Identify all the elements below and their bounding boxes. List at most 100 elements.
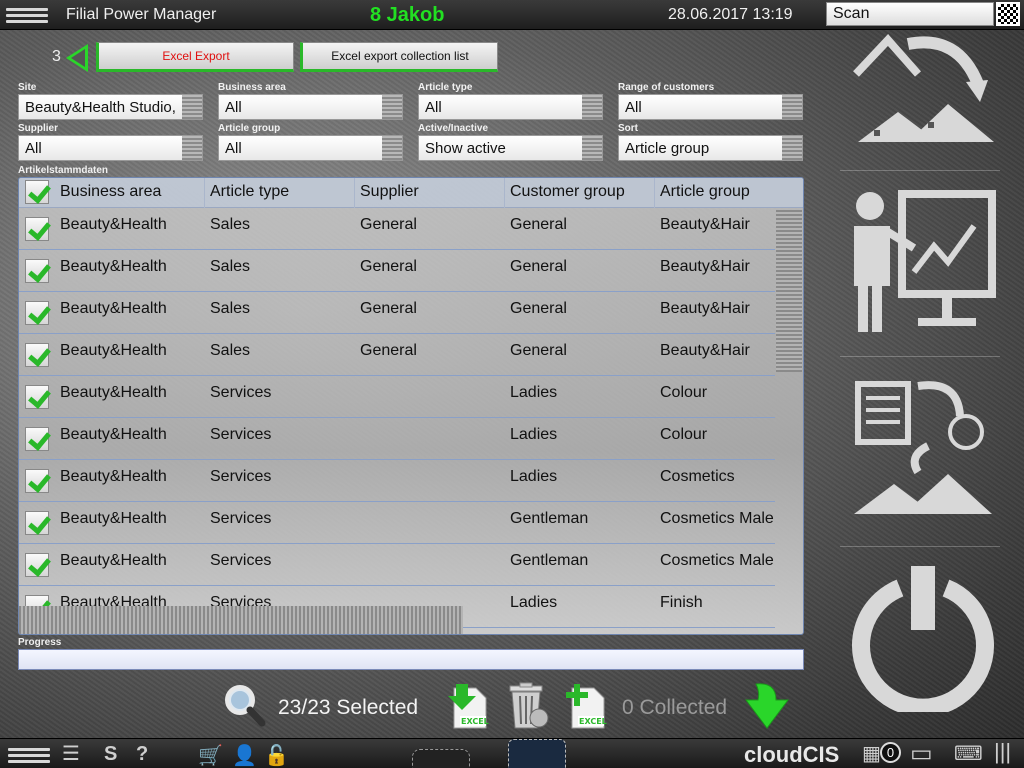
- cell-business-area: Beauty&Health: [60, 384, 167, 401]
- row-checkbox[interactable]: [25, 427, 49, 451]
- table-row[interactable]: Beauty&Health Sales General General Beauty&H…: [19, 250, 775, 292]
- screen-preview-icon[interactable]: [508, 739, 566, 768]
- site-select[interactable]: Beauty&Health Studio,: [18, 94, 203, 120]
- business-area-select[interactable]: All: [218, 94, 403, 120]
- search-icon[interactable]: [220, 682, 266, 728]
- row-checkbox[interactable]: [25, 553, 49, 577]
- table-row[interactable]: Beauty&Health Services Gentleman Cosmetics …: [19, 544, 775, 586]
- table-row[interactable]: Beauty&Health Sales General General Beauty&H…: [19, 208, 775, 250]
- cell-article-group: Cosmetics Male: [660, 552, 774, 569]
- row-checkbox[interactable]: [25, 469, 49, 493]
- cell-customer-group: General: [510, 342, 567, 359]
- sort-select[interactable]: Article group: [618, 135, 803, 161]
- excel-collection-button[interactable]: Excel export collection list: [300, 42, 498, 72]
- table-row[interactable]: Beauty&Health Services Ladies Colour: [19, 418, 775, 460]
- cell-business-area: Beauty&Health: [60, 468, 167, 485]
- row-checkbox[interactable]: [25, 511, 49, 535]
- cell-article-type: Services: [210, 552, 272, 569]
- cell-article-type: Sales: [210, 258, 251, 275]
- scan-input[interactable]: Scan: [826, 2, 994, 26]
- s-icon[interactable]: S: [104, 743, 117, 766]
- cell-article-group: Colour: [660, 426, 708, 443]
- cell-customer-group: Gentleman: [510, 510, 589, 527]
- article-type-select[interactable]: All: [418, 94, 603, 120]
- progress-bar: [18, 649, 804, 670]
- cell-supplier: General: [360, 258, 417, 275]
- help-icon[interactable]: ?: [136, 743, 148, 766]
- article-type-label: Article type: [418, 82, 473, 93]
- unlock-icon[interactable]: 🔓: [264, 743, 289, 768]
- top-bar: Filial Power Manager 8 Jakob 28.06.2017 …: [0, 0, 1024, 30]
- trash-icon[interactable]: [504, 682, 550, 730]
- cell-article-group: Beauty&Hair: [660, 258, 750, 275]
- site-label: Site: [18, 82, 37, 93]
- window-icon[interactable]: ▭: [910, 739, 933, 768]
- row-checkbox[interactable]: [25, 301, 49, 325]
- excel-add-icon[interactable]: EXCEL: [564, 682, 608, 730]
- bottom-menu-icon[interactable]: [8, 745, 50, 765]
- qr-code-icon[interactable]: [996, 2, 1020, 26]
- cell-article-group: Cosmetics Male: [660, 510, 774, 527]
- notification-badge: 0: [880, 742, 901, 763]
- back-arrow-icon[interactable]: [66, 44, 88, 72]
- cell-customer-group: Ladies: [510, 468, 558, 485]
- excel-download-icon[interactable]: EXCEL: [446, 682, 490, 730]
- cart-icon[interactable]: 🛒: [198, 743, 223, 768]
- calendar-icon[interactable]: ▦: [862, 741, 881, 766]
- cell-article-group: Colour: [660, 384, 708, 401]
- vertical-scrollbar[interactable]: [776, 210, 802, 372]
- house-transfer-icon[interactable]: [848, 34, 998, 154]
- columns-icon[interactable]: |||: [994, 739, 1011, 765]
- power-icon[interactable]: [848, 562, 998, 712]
- col-supplier[interactable]: Supplier: [355, 178, 505, 208]
- row-checkbox[interactable]: [25, 259, 49, 283]
- col-business-area[interactable]: Business area: [55, 178, 205, 208]
- cell-customer-group: Ladies: [510, 426, 558, 443]
- row-checkbox[interactable]: [25, 385, 49, 409]
- select-all-checkbox[interactable]: [25, 180, 49, 204]
- table-row[interactable]: Beauty&Health Services Gentleman Cosmetics …: [19, 502, 775, 544]
- col-article-group[interactable]: Article group: [655, 178, 803, 208]
- row-checkbox[interactable]: [25, 343, 49, 367]
- cell-article-group: Finish: [660, 594, 703, 611]
- supplier-select[interactable]: All: [18, 135, 203, 161]
- article-group-select[interactable]: All: [218, 135, 403, 161]
- presentation-statistics-icon[interactable]: [848, 186, 998, 336]
- cell-supplier: General: [360, 300, 417, 317]
- cell-business-area: Beauty&Health: [60, 258, 167, 275]
- supplier-label: Supplier: [18, 123, 59, 134]
- table-row[interactable]: Beauty&Health Sales General General Beauty&H…: [19, 292, 775, 334]
- cell-article-type: Sales: [210, 300, 251, 317]
- order-schedule-icon[interactable]: [848, 376, 998, 526]
- table-row[interactable]: Beauty&Health Sales General General Beauty&H…: [19, 334, 775, 376]
- brand-logo: cloudCIS: [744, 742, 840, 767]
- svg-text:EXCEL: EXCEL: [461, 717, 489, 726]
- col-customer-group[interactable]: Customer group: [505, 178, 655, 208]
- tools-icon[interactable]: [412, 749, 470, 768]
- app-title: Filial Power Manager: [66, 6, 217, 23]
- cell-customer-group: General: [510, 258, 567, 275]
- user-icon[interactable]: 👤: [232, 743, 257, 768]
- list-icon[interactable]: ☰: [62, 741, 80, 766]
- menu-icon[interactable]: [6, 5, 48, 25]
- cell-article-type: Services: [210, 510, 272, 527]
- range-customers-select[interactable]: All: [618, 94, 803, 120]
- cell-article-group: Cosmetics: [660, 468, 735, 485]
- horizontal-scrollbar[interactable]: [19, 606, 463, 634]
- cell-customer-group: Ladies: [510, 594, 558, 611]
- cell-article-group: Beauty&Hair: [660, 300, 750, 317]
- row-checkbox[interactable]: [25, 217, 49, 241]
- cell-business-area: Beauty&Health: [60, 300, 167, 317]
- active-select[interactable]: Show active: [418, 135, 603, 161]
- green-down-arrow-icon[interactable]: [742, 682, 792, 730]
- cell-customer-group: Gentleman: [510, 552, 589, 569]
- status-bar: ☰ S ? 🛒 👤 🔓 cloudCIS ▦ 0 ▭ ⌨ |||: [0, 738, 1024, 768]
- user-name[interactable]: 8 Jakob: [370, 4, 444, 27]
- table-row[interactable]: Beauty&Health Services Ladies Colour: [19, 376, 775, 418]
- table-header: Business area Article type Supplier Cust…: [19, 178, 803, 208]
- col-article-type[interactable]: Article type: [205, 178, 355, 208]
- excel-export-button[interactable]: Excel Export: [96, 42, 294, 72]
- keyboard-icon[interactable]: ⌨: [954, 741, 983, 766]
- table-row[interactable]: Beauty&Health Services Ladies Cosmetics: [19, 460, 775, 502]
- cell-business-area: Beauty&Health: [60, 216, 167, 233]
